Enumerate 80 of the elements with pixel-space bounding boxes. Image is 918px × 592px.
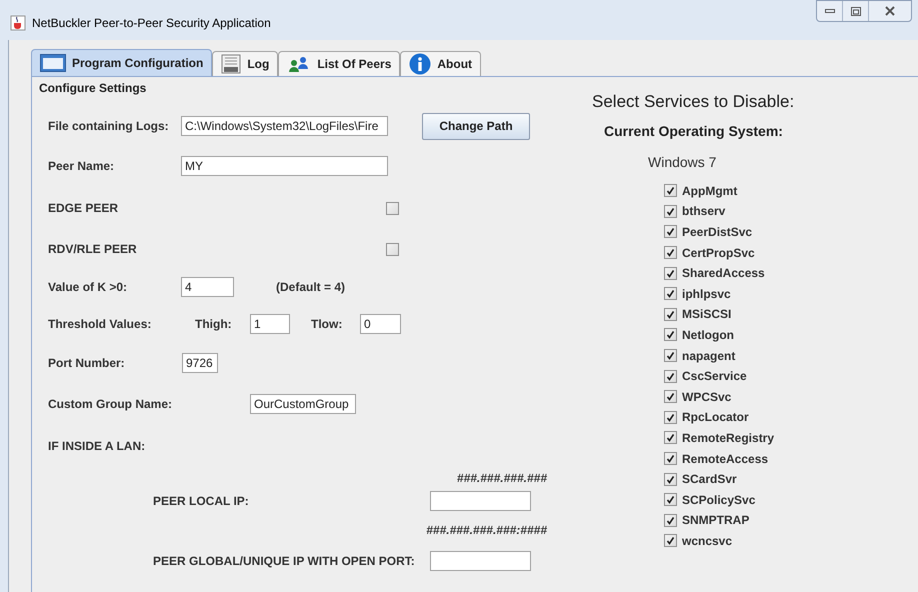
maximize-icon	[850, 6, 860, 16]
checkbox[interactable]	[664, 246, 677, 260]
checkbox[interactable]	[664, 266, 677, 280]
group-title: Configure Settings	[39, 80, 148, 97]
checkbox-label: Netlogon	[682, 326, 734, 344]
ip-field[interactable]	[430, 491, 531, 511]
checkbox-label: PeerDistSvc	[682, 224, 752, 241]
checkbox-label: SNMPTRAP	[682, 512, 750, 530]
field-label: File containing Logs:	[48, 118, 170, 135]
text-field[interactable]: C:\Windows\System32\LogFiles\Fire	[181, 116, 388, 136]
checkbox[interactable]	[664, 493, 677, 506]
field-label: Tlow:	[311, 316, 344, 333]
java-cup-icon	[10, 15, 26, 31]
checkbox-label: iphlpsvc	[682, 286, 731, 303]
field-label: PEER LOCAL IP:	[153, 493, 250, 510]
window-title: NetBuckler Peer-to-Peer Security Application	[32, 15, 271, 32]
field-label: IF INSIDE A LAN:	[48, 438, 146, 455]
field-label: Custom Group Name:	[48, 396, 174, 413]
checkbox-label: SCPolicySvc	[682, 492, 756, 509]
checkbox[interactable]	[664, 370, 677, 383]
checkbox-label: AppMgmt	[682, 182, 738, 200]
checkbox[interactable]	[664, 410, 677, 424]
checkbox-label: MSiSCSI	[682, 306, 732, 324]
checkbox[interactable]	[386, 242, 399, 256]
field-label: Thigh:	[195, 316, 233, 333]
field-label: Threshold Values:	[48, 316, 152, 333]
checkbox-label: RpcLocator	[682, 409, 749, 426]
checkbox[interactable]	[664, 308, 677, 321]
text-field[interactable]: 4	[181, 277, 234, 297]
checkbox[interactable]	[664, 184, 677, 198]
ip-field[interactable]	[430, 551, 531, 571]
checkbox[interactable]	[664, 534, 677, 548]
checkbox-label: WPCSvc	[682, 388, 732, 406]
checkbox[interactable]	[664, 431, 677, 444]
field-label: Port Number:	[48, 355, 126, 372]
checkbox[interactable]	[386, 202, 399, 214]
tab[interactable]: About	[400, 51, 482, 76]
close-icon	[885, 6, 895, 16]
format-hint: ###.###.###.###	[456, 470, 547, 487]
text-field[interactable]: 1	[250, 314, 290, 334]
os-name: Windows 7	[648, 152, 718, 172]
tab[interactable]: List Of Peers	[278, 51, 400, 76]
minimize-icon	[824, 9, 834, 13]
info-icon	[409, 53, 432, 75]
checkbox-label: bthserv	[682, 203, 726, 220]
checkbox-label: SharedAccess	[682, 265, 765, 282]
checkbox-label: CertPropSvc	[682, 244, 755, 262]
window-icon	[40, 54, 66, 72]
checkbox[interactable]	[664, 390, 677, 404]
checkbox-label: napagent	[682, 348, 736, 365]
field-label: Value of K >0:	[48, 279, 128, 296]
text-field[interactable]: OurCustomGroup	[250, 394, 356, 414]
os-label: Current Operating System:	[604, 122, 784, 141]
checkbox[interactable]	[664, 225, 677, 238]
hint-text: (Default = 4)	[276, 279, 346, 296]
text-field[interactable]: 9726	[182, 353, 218, 373]
checkbox-label: wcncsvc	[682, 532, 732, 550]
tab[interactable]: Log	[212, 51, 278, 76]
tab[interactable]: Program Configuration	[31, 49, 212, 76]
checkbox[interactable]	[664, 452, 677, 466]
checkbox-label: SCardSvr	[682, 471, 737, 488]
checkbox[interactable]	[664, 287, 677, 300]
section-heading: Select Services to Disable:	[592, 91, 794, 113]
text-field[interactable]: MY	[181, 156, 388, 176]
checkbox-label: CscService	[682, 368, 747, 386]
field-label: EDGE PEER	[48, 200, 120, 217]
checkbox[interactable]	[664, 514, 677, 527]
field-label: RDV/RLE PEER	[48, 241, 138, 258]
checkbox[interactable]	[664, 472, 677, 486]
checkbox-label: RemoteRegistry	[682, 430, 774, 447]
checkbox[interactable]	[664, 204, 677, 218]
text-field[interactable]: 0	[360, 314, 401, 334]
field-label: PEER GLOBAL/UNIQUE IP WITH OPEN PORT:	[153, 553, 416, 570]
checkbox[interactable]	[664, 328, 677, 342]
format-hint: ###.###.###.###:####	[426, 522, 547, 539]
checkbox-label: RemoteAccess	[682, 450, 768, 468]
checkbox[interactable]	[664, 349, 677, 362]
log-document-icon	[221, 54, 242, 74]
field-label: Peer Name:	[48, 158, 116, 175]
change-path-button[interactable]: Change Path	[422, 112, 530, 140]
